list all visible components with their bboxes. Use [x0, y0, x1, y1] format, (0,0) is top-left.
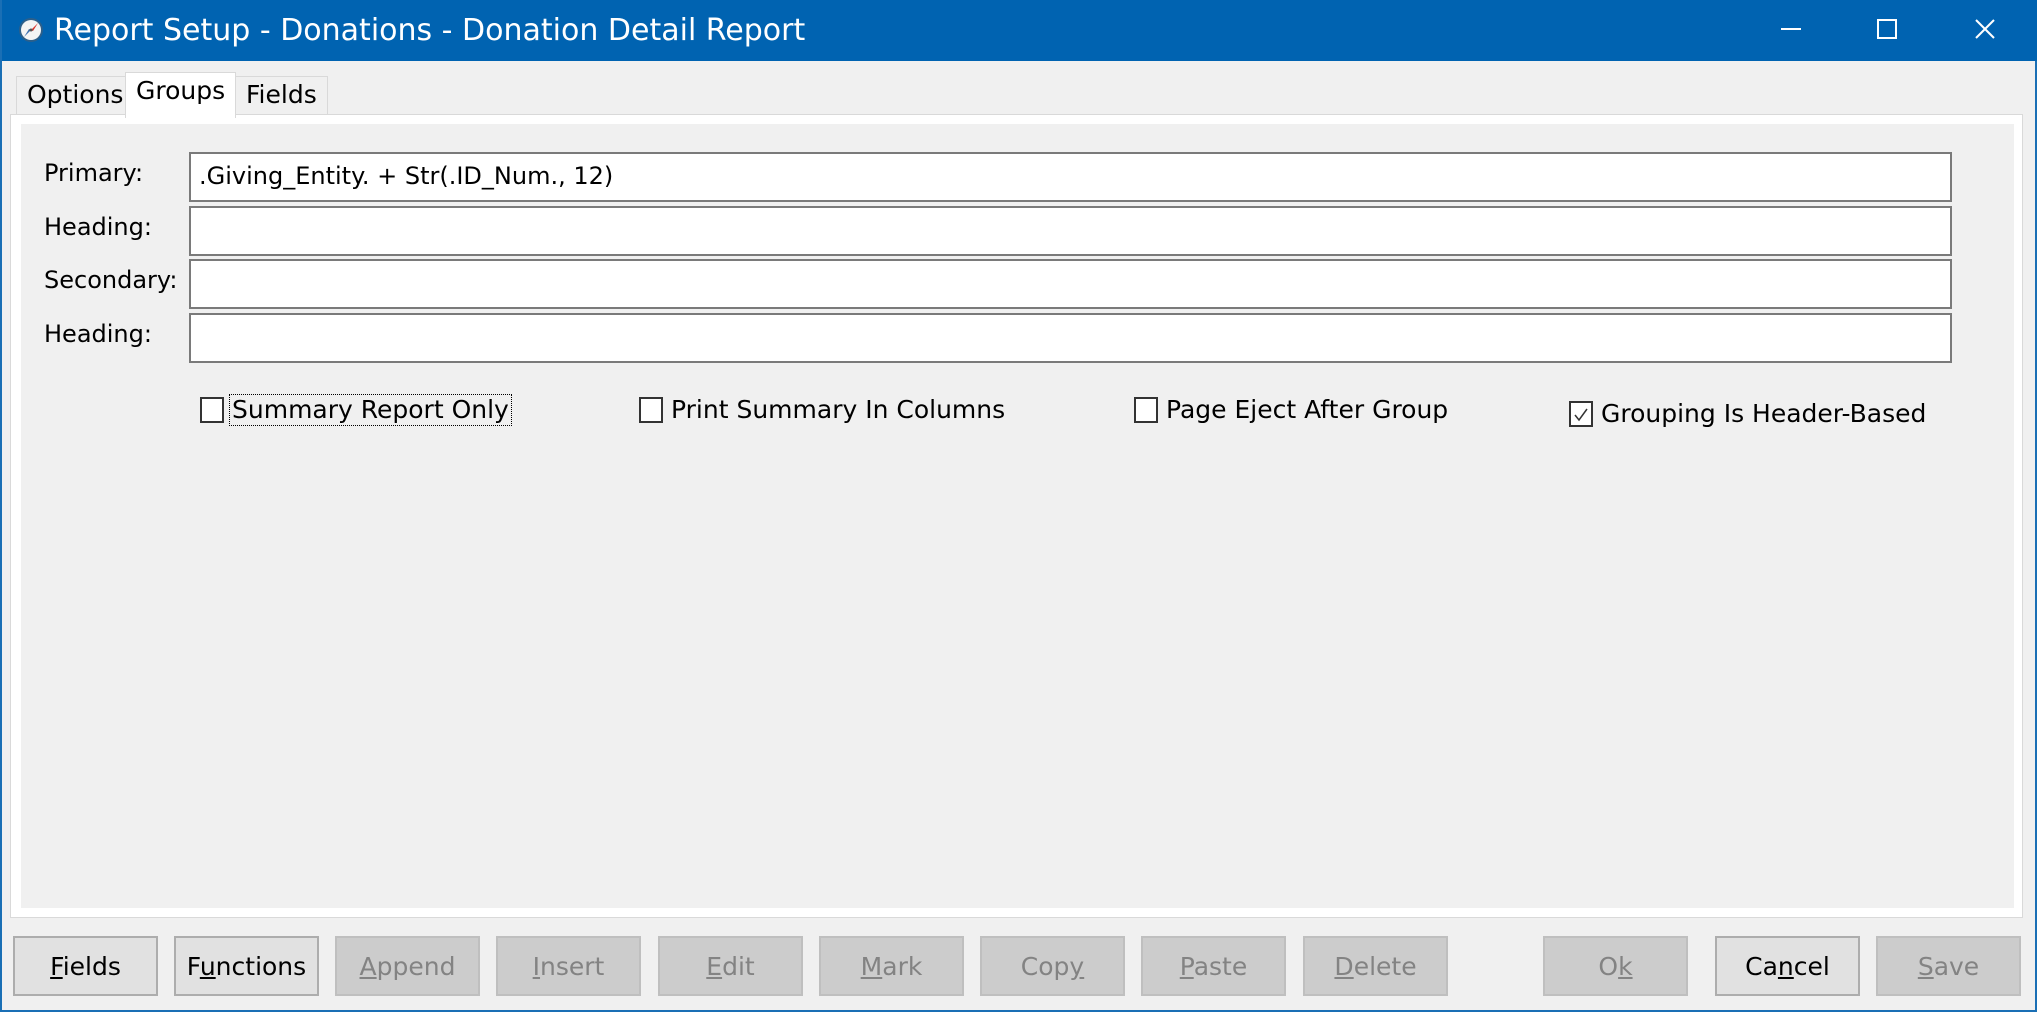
save-button[interactable]: Save [1876, 936, 2021, 996]
print-summary-in-columns-label: Print Summary In Columns [671, 395, 1006, 424]
summary-report-only-checkbox[interactable]: Summary Report Only [200, 394, 512, 426]
secondary-heading-label: Heading: [44, 320, 152, 348]
grouping-is-header-based-label: Grouping Is Header-Based [1601, 399, 1927, 428]
primary-heading-field[interactable] [189, 206, 1952, 256]
ok-button[interactable]: Ok [1543, 936, 1688, 996]
button-label: Fields [50, 951, 121, 981]
grouping-is-header-based-checkbox[interactable]: Grouping Is Header-Based [1569, 399, 1928, 429]
button-label: Append [359, 951, 456, 981]
button-label: Insert [532, 951, 605, 981]
functions-button[interactable]: Functions [174, 936, 319, 996]
edit-button[interactable]: Edit [658, 936, 803, 996]
paste-button[interactable]: Paste [1141, 936, 1286, 996]
close-button[interactable] [1938, 0, 2032, 61]
button-label: Paste [1179, 951, 1248, 981]
primary-heading-label: Heading: [44, 213, 152, 241]
title-bar[interactable]: Report Setup - Donations - Donation Deta… [2, 0, 2037, 61]
insert-button[interactable]: Insert [496, 936, 641, 996]
button-label: Delete [1334, 951, 1417, 981]
button-label: Functions [186, 951, 307, 981]
maximize-icon [1876, 18, 1898, 44]
secondary-group-field[interactable] [189, 259, 1952, 309]
button-label: Cancel [1745, 951, 1830, 981]
fields-button[interactable]: Fields [13, 936, 158, 996]
delete-button[interactable]: Delete [1303, 936, 1448, 996]
report-setup-window: Report Setup - Donations - Donation Deta… [0, 0, 2037, 1012]
checkbox-box[interactable] [639, 397, 663, 423]
primary-group-field[interactable]: .Giving_Entity. + Str(.ID_Num., 12) [189, 152, 1952, 202]
primary-label: Primary: [44, 159, 144, 187]
summary-report-only-label: Summary Report Only [229, 394, 512, 426]
secondary-label: Secondary: [44, 266, 178, 294]
button-label: Mark [860, 951, 923, 981]
checkbox-box[interactable] [200, 397, 224, 423]
print-summary-in-columns-checkbox[interactable]: Print Summary In Columns [639, 395, 1007, 425]
button-label: Ok [1598, 951, 1633, 981]
checkmark-icon [1573, 400, 1589, 429]
tab-groups[interactable]: Groups [125, 72, 237, 118]
page-eject-after-group-checkbox[interactable]: Page Eject After Group [1134, 395, 1450, 425]
maximize-button[interactable] [1840, 0, 1934, 61]
page-eject-after-group-label: Page Eject After Group [1166, 395, 1449, 424]
secondary-heading-field[interactable] [189, 313, 1952, 363]
copy-button[interactable]: Copy [980, 936, 1125, 996]
button-label: Save [1917, 951, 1980, 981]
compass-icon [18, 17, 44, 43]
window-title: Report Setup - Donations - Donation Deta… [54, 13, 806, 48]
button-label: Edit [706, 951, 755, 981]
minimize-button[interactable] [1744, 0, 1838, 61]
tab-options[interactable]: Options [16, 76, 135, 116]
append-button[interactable]: Append [335, 936, 480, 996]
button-label: Copy [1020, 951, 1085, 981]
checkbox-box[interactable] [1134, 397, 1158, 423]
checkbox-box[interactable] [1569, 401, 1593, 427]
mark-button[interactable]: Mark [819, 936, 964, 996]
tab-fields[interactable]: Fields [235, 76, 328, 116]
close-icon [1974, 18, 1996, 44]
minimize-icon [1780, 18, 1802, 44]
cancel-button[interactable]: Cancel [1715, 936, 1860, 996]
